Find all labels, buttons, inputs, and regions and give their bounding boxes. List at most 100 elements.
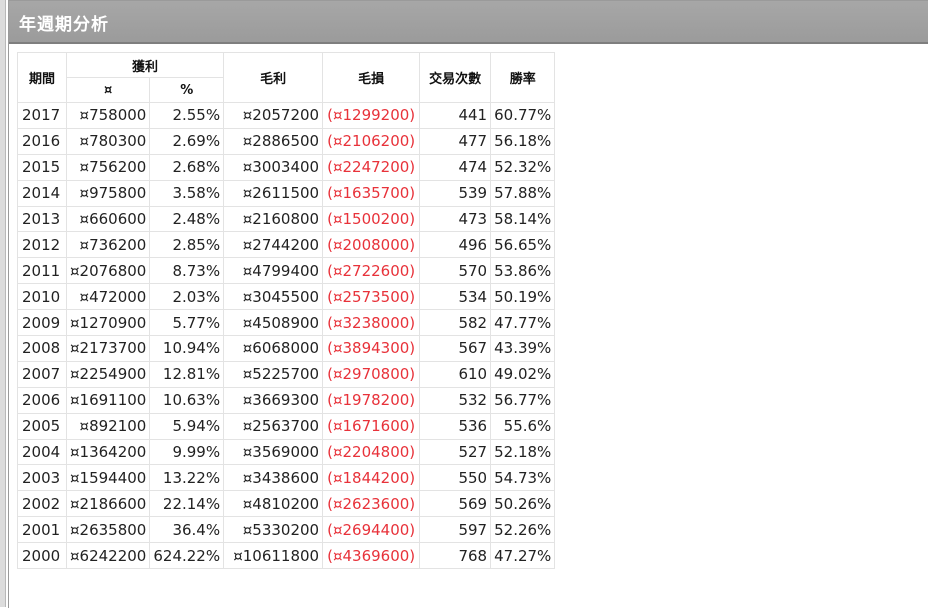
cell-trades: 569 [419, 490, 492, 518]
cell-win-rate: 52.32% [490, 153, 556, 181]
col-header-trades: 交易次數 [419, 52, 492, 103]
cell-gross-loss: (¤1671600) [322, 412, 421, 440]
cell-trades: 582 [419, 309, 492, 337]
cell-profit-pct: 624.22% [149, 542, 225, 570]
cell-win-rate: 43.39% [490, 335, 556, 362]
table-row: 2004 ¤1364200 9.99% ¤3569000 (¤2204800) 527 52… [17, 438, 556, 466]
cell-trades: 567 [419, 335, 492, 362]
cell-gross-loss: (¤1635700) [322, 179, 421, 207]
cell-trades: 532 [419, 386, 492, 414]
cell-profit-amount: ¤660600 [65, 205, 151, 233]
cell-profit-pct: 5.94% [149, 412, 225, 440]
cell-gross-profit: ¤2886500 [223, 127, 324, 155]
cell-profit-pct: 10.63% [149, 386, 225, 414]
cell-gross-profit: ¤3569000 [223, 438, 324, 466]
table-body: 2017 ¤758000 2.55% ¤2057200 (¤1299200) 441 60.… [17, 102, 556, 570]
cell-trades: 474 [419, 153, 492, 181]
cell-trades: 534 [419, 283, 492, 311]
cell-profit-amount: ¤2254900 [65, 360, 151, 388]
cell-gross-loss: (¤2204800) [322, 438, 421, 466]
cell-gross-loss: (¤2970800) [322, 360, 421, 388]
cell-gross-loss: (¤1978200) [322, 386, 421, 414]
col-header-gross-profit: 毛利 [223, 52, 324, 103]
cell-gross-loss: (¤2008000) [322, 231, 421, 259]
cell-win-rate: 55.6% [490, 412, 556, 440]
table-row: 2014 ¤975800 3.58% ¤2611500 (¤1635700) 539 57.… [17, 179, 556, 207]
col-header-period: 期間 [17, 52, 67, 103]
cell-gross-profit: ¤2160800 [223, 205, 324, 233]
cell-profit-pct: 13.22% [149, 464, 225, 492]
cell-win-rate: 53.86% [490, 257, 556, 285]
annual-analysis-panel: 年週期分析 期間 獲利 毛利 毛損 交易次數 勝率 ¤ % 2017 ¤75800… [8, 0, 928, 608]
cell-profit-amount: ¤1364200 [65, 438, 151, 466]
col-header-profit-amount: ¤ [65, 77, 151, 103]
cell-year: 2004 [17, 438, 67, 466]
cell-gross-loss: (¤2694400) [322, 516, 421, 544]
cell-gross-loss: (¤2623600) [322, 490, 421, 518]
cell-year: 2008 [17, 335, 67, 362]
cell-gross-loss: (¤2573500) [322, 283, 421, 311]
cell-year: 2009 [17, 309, 67, 337]
cell-profit-pct: 22.14% [149, 490, 225, 518]
cell-profit-amount: ¤736200 [65, 231, 151, 259]
cell-year: 2002 [17, 490, 67, 518]
cell-profit-amount: ¤1270900 [65, 309, 151, 337]
table-row: 2003 ¤1594400 13.22% ¤3438600 (¤1844200) 550 5… [17, 464, 556, 492]
cell-year: 2001 [17, 516, 67, 544]
table-row: 2005 ¤892100 5.94% ¤2563700 (¤1671600) 536 55.… [17, 412, 556, 440]
cell-win-rate: 52.18% [490, 438, 556, 466]
cell-win-rate: 56.77% [490, 386, 556, 414]
cell-gross-profit: ¤3003400 [223, 153, 324, 181]
col-header-gross-loss: 毛損 [322, 52, 421, 103]
cell-gross-profit: ¤3438600 [223, 464, 324, 492]
cell-year: 2017 [17, 102, 67, 129]
table-row: 2012 ¤736200 2.85% ¤2744200 (¤2008000) 496 56.… [17, 231, 556, 259]
cell-win-rate: 50.19% [490, 283, 556, 311]
cell-win-rate: 58.14% [490, 205, 556, 233]
cell-win-rate: 60.77% [490, 102, 556, 129]
table-row: 2009 ¤1270900 5.77% ¤4508900 (¤3238000) 582 47… [17, 309, 556, 337]
cell-year: 2010 [17, 283, 67, 311]
cell-win-rate: 57.88% [490, 179, 556, 207]
cell-profit-amount: ¤2173700 [65, 335, 151, 362]
col-header-profit: 獲利 [65, 52, 225, 78]
cell-win-rate: 54.73% [490, 464, 556, 492]
table-row: 2011 ¤2076800 8.73% ¤4799400 (¤2722600) 570 53… [17, 257, 556, 285]
cell-profit-amount: ¤892100 [65, 412, 151, 440]
cell-profit-amount: ¤2076800 [65, 257, 151, 285]
cell-win-rate: 56.18% [490, 127, 556, 155]
cell-gross-loss: (¤1500200) [322, 205, 421, 233]
cell-trades: 597 [419, 516, 492, 544]
table-row: 2013 ¤660600 2.48% ¤2160800 (¤1500200) 473 58.… [17, 205, 556, 233]
cell-trades: 496 [419, 231, 492, 259]
cell-gross-profit: ¤4810200 [223, 490, 324, 518]
cell-gross-loss: (¤2722600) [322, 257, 421, 285]
cell-trades: 473 [419, 205, 492, 233]
cell-profit-pct: 2.03% [149, 283, 225, 311]
table-row: 2000 ¤6242200 624.22% ¤10611800 (¤4369600) 76… [17, 542, 556, 570]
cell-profit-amount: ¤2186600 [65, 490, 151, 518]
cell-gross-loss: (¤1844200) [322, 464, 421, 492]
table-row: 2002 ¤2186600 22.14% ¤4810200 (¤2623600) 569 5… [17, 490, 556, 518]
col-header-profit-pct: % [149, 77, 225, 103]
cell-profit-pct: 10.94% [149, 335, 225, 362]
cell-profit-amount: ¤1691100 [65, 386, 151, 414]
col-header-win-rate: 勝率 [490, 52, 556, 103]
cell-profit-pct: 8.73% [149, 257, 225, 285]
panel-header: 年週期分析 [9, 1, 928, 44]
cell-win-rate: 47.27% [490, 542, 556, 570]
cell-year: 2006 [17, 386, 67, 414]
cell-win-rate: 50.26% [490, 490, 556, 518]
cell-profit-pct: 12.81% [149, 360, 225, 388]
cell-trades: 536 [419, 412, 492, 440]
cell-gross-profit: ¤4799400 [223, 257, 324, 285]
cell-profit-amount: ¤975800 [65, 179, 151, 207]
table-row: 2017 ¤758000 2.55% ¤2057200 (¤1299200) 441 60.… [17, 102, 556, 129]
cell-gross-loss: (¤3894300) [322, 335, 421, 362]
cell-gross-profit: ¤2611500 [223, 179, 324, 207]
cell-profit-pct: 2.48% [149, 205, 225, 233]
cell-win-rate: 52.26% [490, 516, 556, 544]
cell-gross-loss: (¤4369600) [322, 542, 421, 570]
panel-title: 年週期分析 [19, 15, 109, 35]
cell-gross-profit: ¤2563700 [223, 412, 324, 440]
